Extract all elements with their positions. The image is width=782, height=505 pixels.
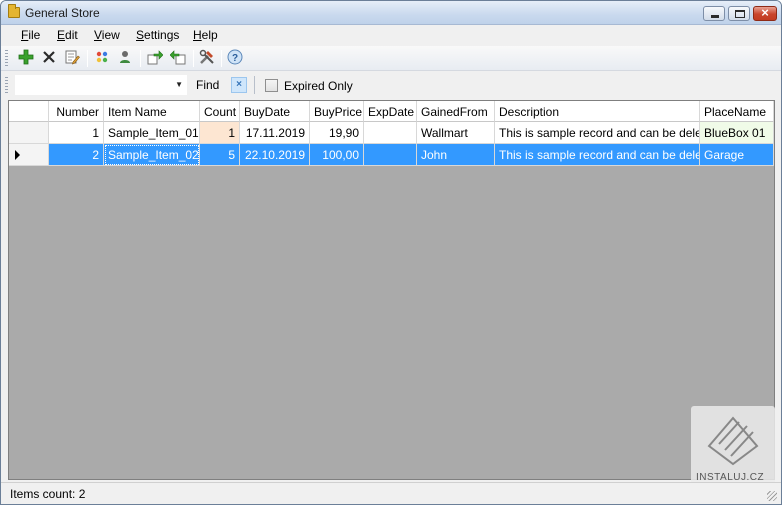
menu-edit[interactable]: Edit — [57, 28, 78, 42]
menu-settings[interactable]: Settings — [136, 28, 179, 42]
current-row-arrow-icon — [15, 150, 20, 160]
folder-icon — [8, 4, 20, 18]
cell-number[interactable]: 2 — [49, 144, 104, 166]
column-header-count[interactable]: Count — [200, 101, 240, 122]
column-header-exp-date[interactable]: ExpDate — [364, 101, 417, 122]
toolbar-grip[interactable] — [5, 50, 8, 67]
menu-file[interactable]: File — [21, 28, 40, 42]
grid-header: Number Item Name Count BuyDate BuyPrice … — [9, 101, 774, 122]
table-row-selected[interactable]: 2 Sample_Item_02 5 22.10.2019 100,00 Joh… — [9, 144, 774, 166]
cell-item-name[interactable]: Sample_Item_02 — [104, 144, 200, 166]
close-button[interactable]: × — [753, 5, 777, 21]
table-row[interactable]: 1 Sample_Item_01 1 17.11.2019 19,90 Wall… — [9, 122, 774, 144]
cell-gained-from[interactable]: John — [417, 144, 495, 166]
cell-count[interactable]: 1 — [200, 122, 240, 144]
column-header-buy-date[interactable]: BuyDate — [240, 101, 310, 122]
user-icon[interactable] — [116, 49, 134, 67]
edit-icon[interactable] — [63, 49, 81, 67]
menu-view[interactable]: View — [94, 28, 120, 42]
expired-only-checkbox[interactable] — [265, 79, 278, 92]
row-header-corner[interactable] — [9, 101, 49, 122]
toolbar-separator — [221, 50, 222, 67]
cell-exp-date[interactable] — [364, 122, 417, 144]
cell-description[interactable]: This is sample record and can be deleted… — [495, 122, 700, 144]
expired-only-label[interactable]: Expired Only — [284, 79, 353, 93]
cell-buy-price[interactable]: 19,90 — [310, 122, 364, 144]
import-icon[interactable] — [169, 49, 187, 67]
cell-description[interactable]: This is sample record and can be deleted… — [495, 144, 700, 166]
toolbar: ? — [1, 46, 781, 71]
delete-icon[interactable] — [40, 49, 58, 67]
find-button[interactable]: Find — [196, 78, 219, 92]
menu-bar: File Edit View Settings Help — [1, 25, 781, 45]
row-header[interactable] — [9, 122, 49, 144]
maximize-icon — [735, 10, 745, 18]
clear-filter-button[interactable]: × — [231, 77, 247, 93]
search-combo[interactable]: ▼ — [15, 75, 187, 95]
resize-grip[interactable] — [767, 491, 777, 501]
filter-bar: ▼ Find × Expired Only — [1, 72, 781, 98]
cell-place-name[interactable]: Garage — [700, 144, 774, 166]
cell-buy-price[interactable]: 100,00 — [310, 144, 364, 166]
watermark-logo-icon — [707, 416, 759, 466]
items-count: Items count: 2 — [10, 487, 86, 501]
toolbar-separator — [193, 50, 194, 67]
filterbar-separator — [254, 76, 255, 94]
svg-text:?: ? — [232, 53, 238, 64]
palette-icon[interactable] — [93, 49, 111, 67]
menu-help[interactable]: Help — [193, 28, 218, 42]
row-header[interactable] — [9, 144, 49, 166]
column-header-place-name[interactable]: PlaceName — [700, 101, 774, 122]
cell-count[interactable]: 5 — [200, 144, 240, 166]
toolbar-separator — [87, 50, 88, 67]
filterbar-grip[interactable] — [5, 77, 8, 94]
maximize-button[interactable] — [728, 6, 750, 21]
column-header-gained-from[interactable]: GainedFrom — [417, 101, 495, 122]
window-title: General Store — [25, 6, 100, 20]
column-header-item-name[interactable]: Item Name — [104, 101, 200, 122]
chevron-down-icon[interactable]: ▼ — [175, 80, 183, 89]
column-header-buy-price[interactable]: BuyPrice — [310, 101, 364, 122]
minimize-icon — [711, 15, 719, 18]
status-bar: Items count: 2 — [1, 482, 781, 504]
column-header-description[interactable]: Description — [495, 101, 700, 122]
toolbar-separator — [140, 50, 141, 67]
cell-gained-from[interactable]: Wallmart — [417, 122, 495, 144]
tools-icon[interactable] — [198, 49, 216, 67]
cell-buy-date[interactable]: 22.10.2019 — [240, 144, 310, 166]
cell-exp-date[interactable] — [364, 144, 417, 166]
close-icon: × — [761, 5, 769, 20]
add-icon[interactable] — [17, 49, 35, 67]
app-window: General Store × File Edit View Settings … — [0, 0, 782, 505]
title-bar[interactable]: General Store × — [1, 1, 781, 25]
cell-place-name[interactable]: BlueBox 01 — [700, 122, 774, 144]
column-header-number[interactable]: Number — [49, 101, 104, 122]
export-icon[interactable] — [146, 49, 164, 67]
help-icon[interactable]: ? — [226, 49, 244, 67]
watermark: INSTALUJ.CZ — [691, 406, 775, 492]
items-grid[interactable]: Number Item Name Count BuyDate BuyPrice … — [8, 100, 775, 480]
minimize-button[interactable] — [703, 6, 725, 21]
cell-item-name[interactable]: Sample_Item_01 — [104, 122, 200, 144]
cell-number[interactable]: 1 — [49, 122, 104, 144]
cell-buy-date[interactable]: 17.11.2019 — [240, 122, 310, 144]
